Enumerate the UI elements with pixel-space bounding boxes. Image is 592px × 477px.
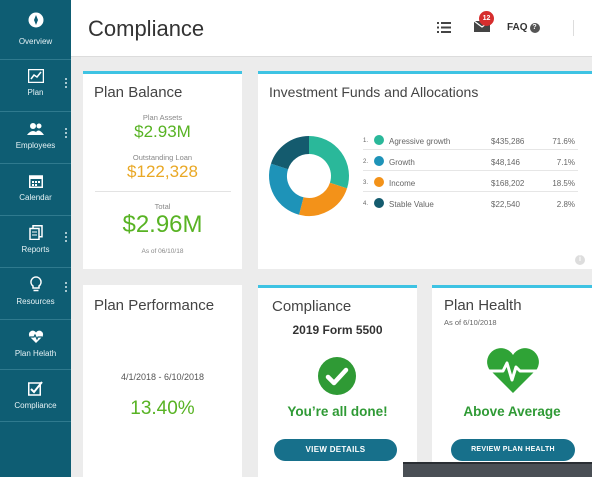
investment-funds-title: Investment Funds and Allocations (269, 84, 479, 100)
plan-balance-card: Plan Balance Plan Assets $2.93M Outstand… (83, 71, 242, 269)
fund-name: Stable Value (389, 200, 434, 209)
performance-value: 13.40% (130, 398, 195, 419)
people-icon (27, 123, 44, 135)
more-icon[interactable] (65, 232, 67, 242)
faq-label: FAQ (507, 22, 528, 33)
help-icon: ? (529, 23, 540, 33)
plan-balance-title: Plan Balance (94, 84, 183, 101)
total-value: $2.96M (122, 211, 203, 238)
heart-pulse-icon (28, 330, 43, 343)
fund-name: Agressive growth (389, 137, 451, 146)
list-icon[interactable] (437, 22, 451, 33)
fund-amount: $48,146 (491, 158, 520, 167)
plan-performance-card: Plan Performance 4/1/2018 - 6/10/2018 13… (83, 285, 242, 477)
view-details-button[interactable]: VIEW DETAILS (274, 439, 397, 461)
outstanding-loan-value: $122,328 (127, 162, 198, 181)
sidebar-item-label: Overview (18, 37, 53, 46)
notification-badge: 12 (479, 11, 494, 26)
line-chart-icon (27, 69, 44, 83)
sidebar-item-compliance[interactable]: Compliance (0, 370, 71, 422)
fund-amount: $168,202 (491, 179, 525, 188)
sidebar: Overview Plan Employees Calendar Reports… (0, 0, 71, 477)
outstanding-loan-label: Outstanding Loan (132, 153, 193, 162)
fund-percent: 7.1% (556, 158, 575, 167)
card-accent (258, 71, 592, 74)
sidebar-item-plan[interactable]: Plan (0, 60, 71, 112)
compass-icon (28, 12, 43, 28)
more-icon[interactable] (65, 282, 67, 292)
sidebar-item-overview[interactable]: Overview (0, 0, 71, 60)
compliance-title: Compliance (272, 298, 352, 315)
info-icon[interactable]: i (575, 255, 585, 265)
fund-amount: $435,286 (491, 137, 525, 146)
fund-number: 2. (363, 159, 369, 165)
sidebar-item-label: Reports (21, 245, 50, 254)
fund-row: 2. Growth $48,146 7.1% (363, 153, 578, 171)
plan-performance-title: Plan Performance (94, 297, 215, 314)
overlay-window-edge (403, 462, 592, 477)
more-icon[interactable] (65, 78, 67, 88)
more-icon[interactable] (65, 128, 67, 138)
sidebar-item-calendar[interactable]: Calendar (0, 164, 71, 216)
fund-row: 4. Stable Value $22,540 2.8% (363, 195, 578, 213)
review-plan-health-button[interactable]: REVIEW PLAN HEALTH (451, 439, 575, 461)
faq-link[interactable]: FAQ? (507, 22, 540, 33)
fund-name: Income (389, 179, 416, 188)
fund-number: 4. (363, 201, 369, 207)
divider (95, 191, 231, 192)
fund-number: 1. (363, 138, 369, 144)
fund-color-dot (374, 156, 384, 166)
compliance-status: You’re all done! (287, 404, 388, 419)
sidebar-item-reports[interactable]: Reports (0, 216, 71, 268)
fund-percent: 18.5% (552, 179, 575, 188)
card-accent (258, 285, 417, 288)
fund-percent: 71.6% (552, 137, 575, 146)
performance-date-range: 4/1/2018 - 6/10/2018 (120, 372, 205, 382)
fund-amount: $22,540 (491, 200, 520, 209)
plan-health-card: Plan Health As of 6/10/2018 Above Averag… (432, 285, 592, 477)
divider (573, 20, 574, 36)
fund-name: Growth (389, 158, 415, 167)
sidebar-item-label: Plan Helath (14, 349, 57, 358)
checkbox-icon (28, 381, 43, 396)
fund-row: 3. Income $168,202 18.5% (363, 174, 578, 192)
page-title: Compliance (88, 16, 205, 41)
fund-color-dot (374, 177, 384, 187)
plan-assets-value: $2.93M (134, 122, 191, 141)
form-name: 2019 Form 5500 (292, 323, 383, 337)
sidebar-item-resources[interactable]: Resources (0, 268, 71, 320)
sidebar-item-label: Plan (27, 88, 44, 97)
compliance-card: Compliance 2019 Form 5500 You’re all don… (258, 285, 417, 477)
plan-assets-label: Plan Assets (142, 113, 183, 122)
donut-segment-stable-value (270, 136, 310, 170)
sidebar-item-employees[interactable]: Employees (0, 112, 71, 164)
health-as-of-date: As of 6/10/2018 (444, 318, 497, 327)
fund-color-dot (374, 198, 384, 208)
heart-pulse-icon (487, 348, 539, 393)
plan-health-title: Plan Health (444, 297, 522, 314)
sidebar-item-label: Calendar (19, 193, 52, 202)
donut-segment-agressive-growth (308, 136, 349, 189)
fund-row: 1. Agressive growth $435,286 71.6% (363, 132, 578, 150)
card-accent (83, 71, 242, 74)
as-of-date: As of 06/10/18 (141, 248, 184, 255)
fund-color-dot (374, 135, 384, 145)
header: Compliance 12 FAQ? (71, 0, 592, 57)
lightbulb-icon (29, 276, 42, 292)
fund-percent: 2.8% (556, 200, 575, 209)
check-circle-icon (318, 357, 356, 395)
sidebar-item-label: Compliance (14, 401, 57, 410)
calendar-icon (28, 175, 43, 188)
donut-segment-growth (269, 163, 305, 215)
allocation-donut-chart (269, 136, 349, 216)
health-status: Above Average (463, 404, 561, 419)
documents-icon (28, 225, 43, 240)
sidebar-item-label: Employees (15, 141, 56, 150)
card-accent (432, 285, 592, 288)
sidebar-item-plan-health[interactable]: Plan Helath (0, 320, 71, 370)
donut-segment-income (299, 182, 348, 216)
sidebar-item-label: Resources (16, 297, 55, 306)
total-label: Total (154, 202, 171, 211)
fund-number: 3. (363, 180, 369, 186)
